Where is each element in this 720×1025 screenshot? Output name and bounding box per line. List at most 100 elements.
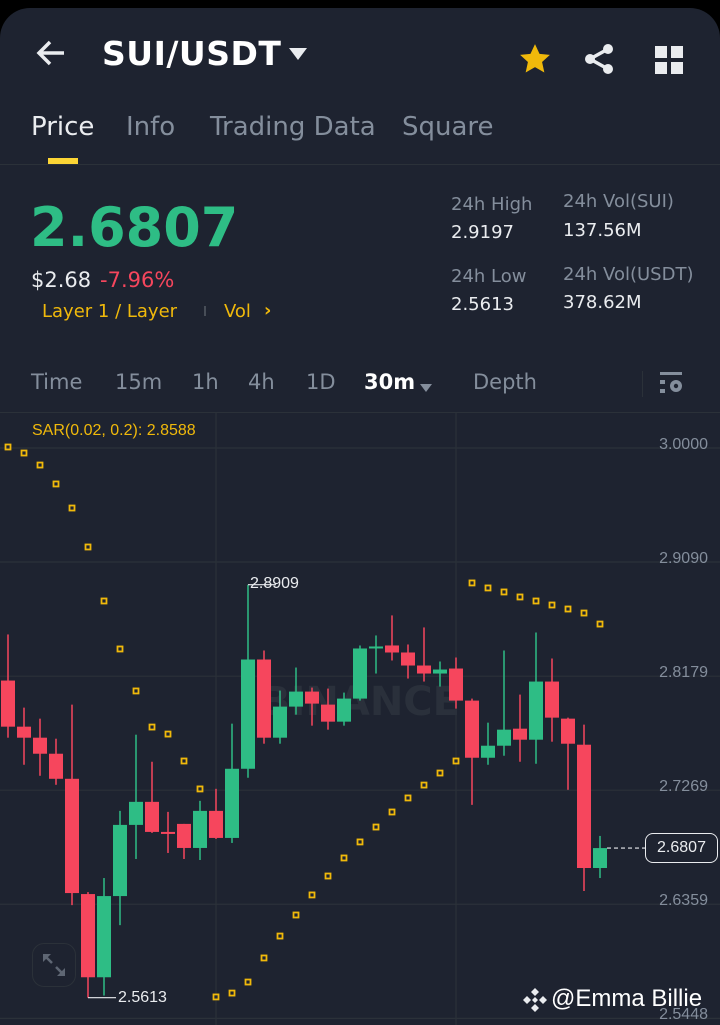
candle-down [545,681,559,718]
candle-up [97,896,111,978]
sar-dot [148,723,156,731]
divider [642,371,643,397]
category-tag[interactable]: Layer 1 / Layer [42,301,177,322]
sar-dot [564,605,572,613]
current-price-tag: 2.6807 [645,833,718,863]
candle-up [113,824,127,897]
tf-15m[interactable]: 15m [115,370,162,394]
sar-dot [580,609,588,617]
grid-icon[interactable] [655,46,683,78]
tf-1d[interactable]: 1D [306,370,336,394]
watermark: @Emma Billie [551,985,703,1012]
expand-icon [43,954,65,976]
sar-dot [84,543,92,551]
sar-dot [516,593,524,601]
back-arrow-icon[interactable] [34,36,68,70]
candle-down [17,726,31,738]
binance-logo-icon [522,987,548,1017]
y-tick-label: 2.9090 [659,550,708,567]
sar-dot [164,730,172,738]
tf-4h[interactable]: 4h [248,370,275,394]
candle-up [369,646,383,649]
candle-down [385,645,399,653]
tf-1h[interactable]: 1h [192,370,219,394]
y-tick-label: 2.8179 [659,664,708,681]
stat-value: 378.62M [563,292,642,313]
sar-dot [548,601,556,609]
y-tick-label: 2.7269 [659,778,708,795]
star-icon[interactable] [518,42,552,80]
candle-down [257,659,271,738]
low-price-label: 2.5613 [118,989,167,1006]
tf-time[interactable]: Time [31,370,82,394]
sar-dot [116,645,124,653]
sar-dot [68,504,76,512]
fullscreen-button[interactable] [32,943,76,987]
stat-value: 2.5613 [451,294,514,315]
vol-link[interactable]: Vol [224,301,251,322]
sar-dot [36,461,44,469]
sar-dot [4,443,12,451]
sar-dot [132,687,140,695]
sar-dot [20,449,28,457]
candle-down [161,831,175,834]
pair-title[interactable]: SUI/USDT [102,34,281,73]
candle-down [49,753,63,779]
last-price: 2.6807 [30,196,239,259]
sar-dot [404,794,412,802]
candlestick-chart[interactable]: BINANCE [0,413,720,1025]
candle-up [193,810,207,848]
sar-dot [596,620,604,628]
sar-dot [324,872,332,880]
sar-dot [276,932,284,940]
candle-up [337,698,351,722]
share-icon[interactable] [582,42,616,80]
sar-dot [340,854,348,862]
stat-value: 137.56M [563,220,642,241]
tf-30m[interactable]: 30m [364,370,415,394]
sar-dot [292,911,300,919]
candle-down [65,778,79,894]
candle-up [353,648,367,699]
sar-dot [100,597,108,605]
stat-label: 24h Vol(SUI) [563,191,674,212]
app-screen: SUI/USDT Price Info Trading Data Square … [0,8,720,1025]
candle-up [289,691,303,707]
divider [204,306,206,316]
sar-dot [420,781,428,789]
usd-price: $2.68 [31,268,92,292]
tab-info[interactable]: Info [126,112,175,142]
price-change: -7.96% [100,268,175,292]
candle-up [593,848,607,869]
candle-up [273,706,287,738]
sar-dot [356,838,364,846]
chevron-right-icon[interactable]: › [264,300,271,321]
sar-dot [308,891,316,899]
y-tick-label: 3.0000 [659,436,708,453]
dropdown-triangle-icon[interactable] [420,378,432,397]
tf-depth[interactable]: Depth [473,370,537,394]
candle-up [497,729,511,746]
candle-down [33,737,47,754]
chart-settings-icon[interactable] [660,372,684,400]
candle-up [225,768,239,838]
divider [0,164,720,165]
sar-dot [532,597,540,605]
candle-down [305,691,319,704]
sar-dot [180,757,188,765]
candle-down [1,680,15,727]
stat-label: 24h High [451,194,533,215]
candle-up [129,801,143,825]
tab-trading-data[interactable]: Trading Data [210,112,376,142]
tab-square[interactable]: Square [402,112,494,142]
sar-dot [468,579,476,587]
sar-dot [388,808,396,816]
candle-down [321,704,335,722]
stat-value: 2.9197 [451,222,514,243]
tab-price[interactable]: Price [31,112,94,142]
sar-dot [500,588,508,596]
sar-dot [244,978,252,986]
dropdown-triangle-icon[interactable] [288,46,308,65]
candle-down [561,718,575,744]
candle-up [241,659,255,769]
